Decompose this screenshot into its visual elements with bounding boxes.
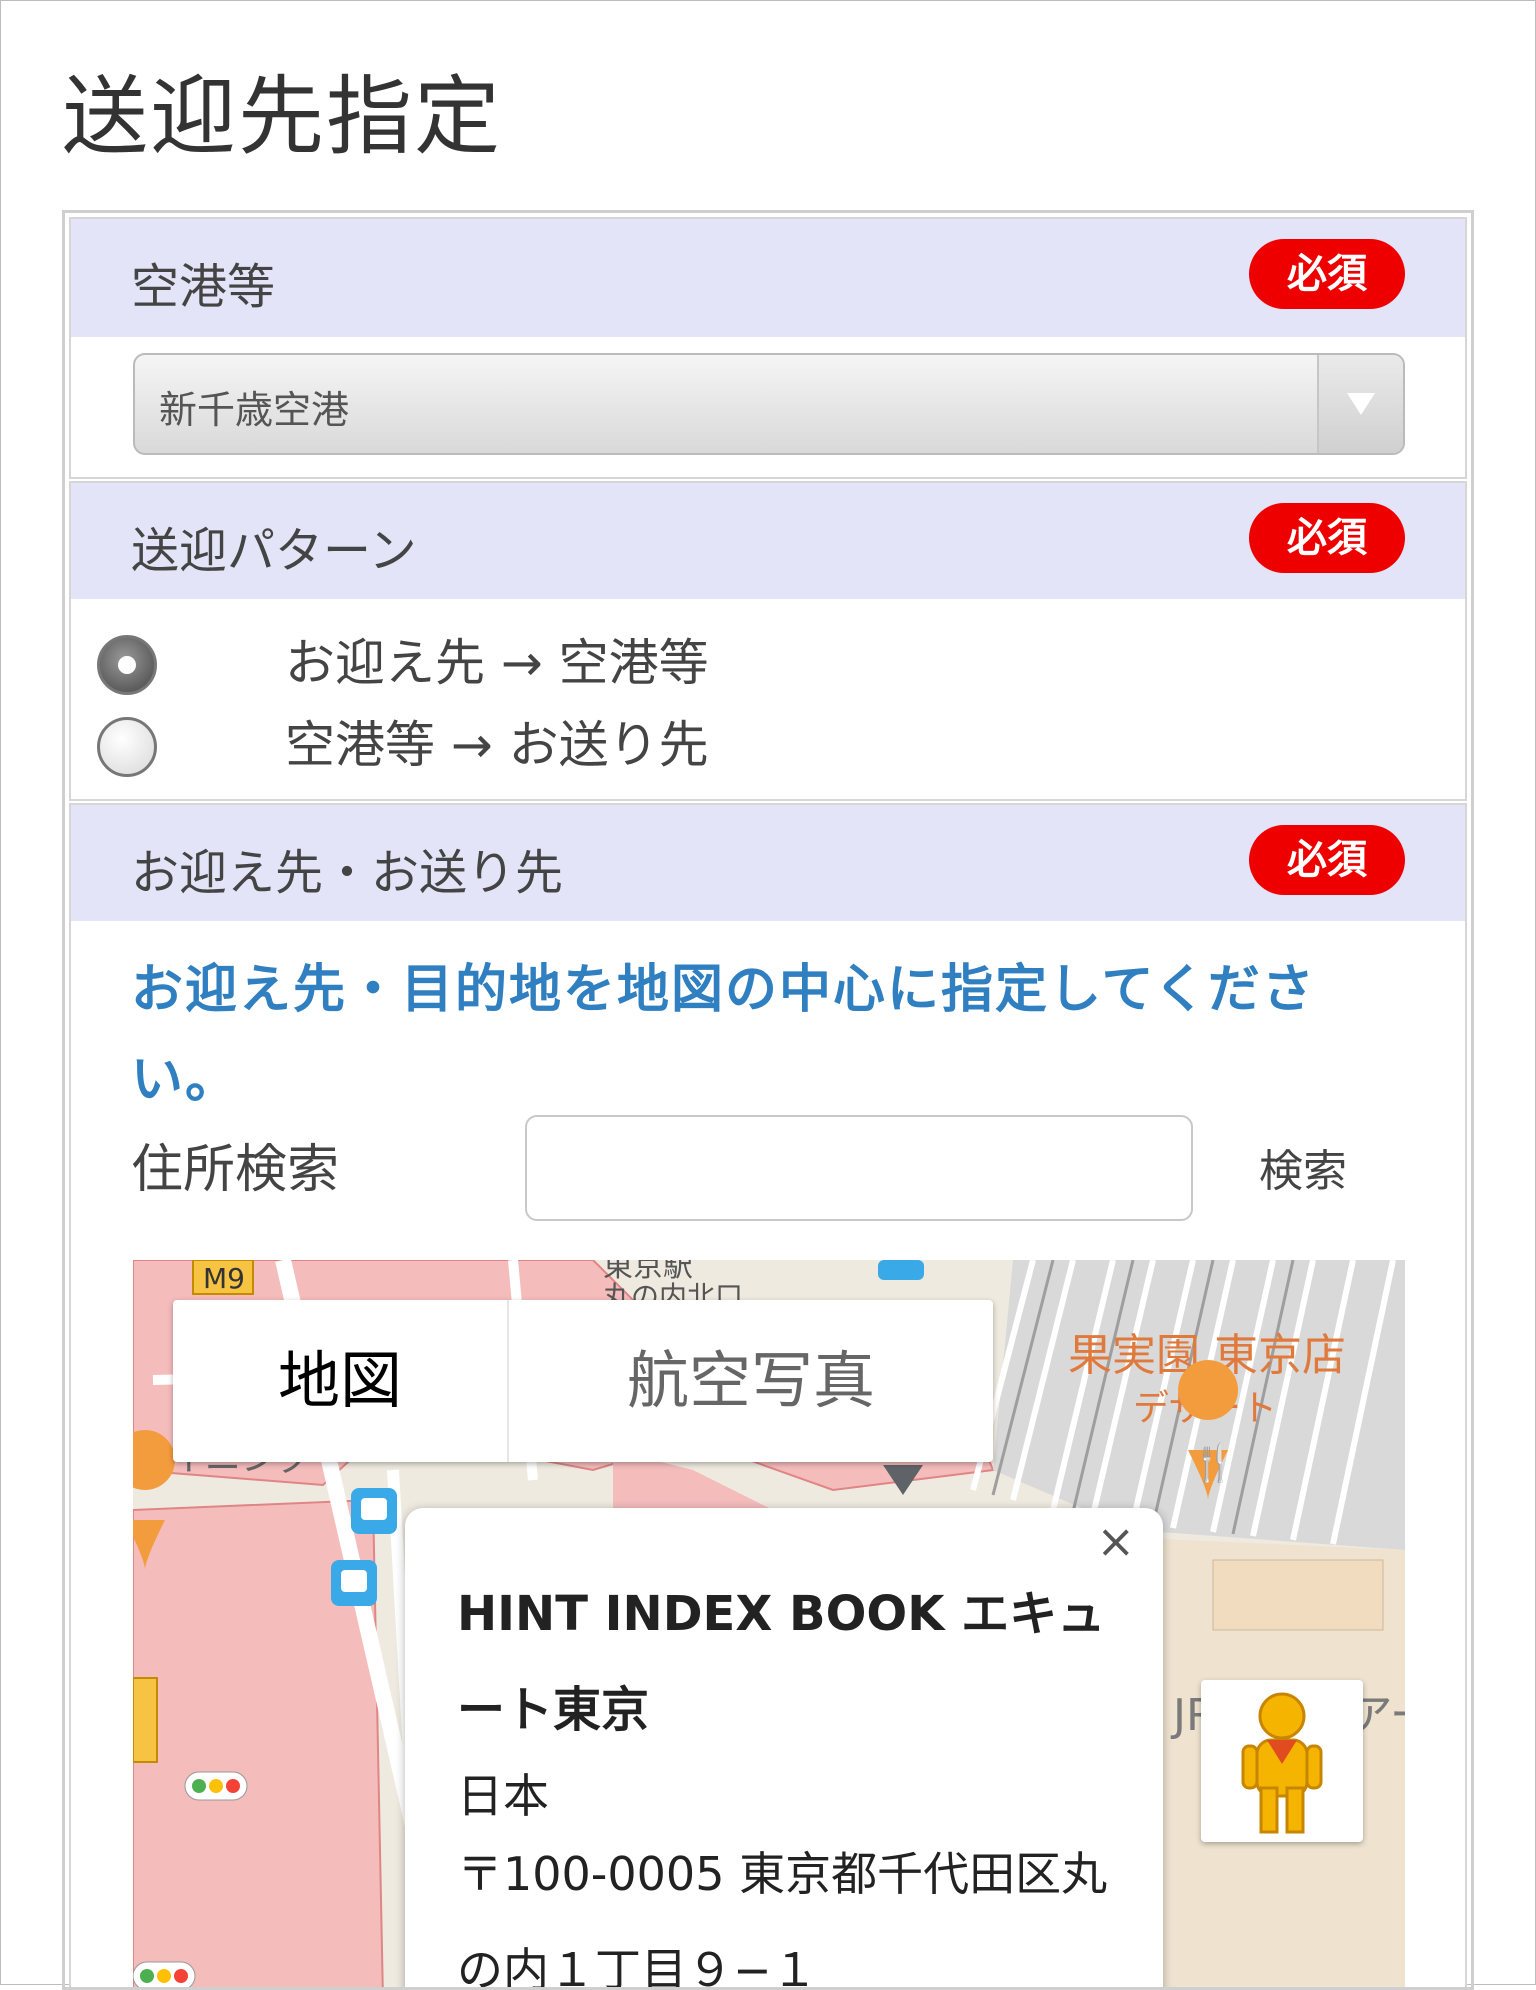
map-type-map-button[interactable]: 地図 bbox=[173, 1300, 509, 1462]
required-badge: 必須 bbox=[1249, 239, 1405, 309]
map-info-window: × HINT INDEX BOOK エキュート東京 日本 〒100-0005 東… bbox=[405, 1508, 1163, 1990]
traffic-light-icon bbox=[133, 1961, 196, 1987]
airport-section: 空港等 必須 新千歳空港 bbox=[69, 217, 1467, 479]
pattern-section: 送迎パターン 必須 お迎え先 → 空港等 空港等 → お送り先 bbox=[69, 481, 1467, 801]
info-country: 日本 bbox=[457, 1769, 549, 1823]
street-view-pegman-button[interactable] bbox=[1201, 1680, 1363, 1842]
map-view[interactable]: M9 東京駅 丸の内北口 果実園 東京店 デザート JR東海ツアーズ東京 ダイニ… bbox=[133, 1260, 1405, 1990]
airport-select[interactable]: 新千歳空港 bbox=[133, 353, 1405, 455]
pattern-label: 送迎パターン bbox=[131, 523, 417, 579]
m9-label: M9 bbox=[203, 1262, 245, 1295]
pattern-header: 送迎パターン 必須 bbox=[71, 483, 1465, 599]
address-search-input[interactable] bbox=[525, 1115, 1193, 1221]
map-type-satellite-button[interactable]: 航空写真 bbox=[509, 1300, 993, 1462]
map-type-toggle: 地図 航空写真 bbox=[173, 1300, 993, 1462]
radio-label-dropoff[interactable]: 空港等 → お送り先 bbox=[285, 705, 709, 777]
chevron-down-icon bbox=[1347, 393, 1375, 415]
info-address: 〒100-0005 東京都千代田区丸の内１丁目９−１ bbox=[457, 1847, 1108, 1990]
form-panel: 空港等 必須 新千歳空港 送迎パターン 必須 お迎え先 → 空港等 空港等 → … bbox=[62, 210, 1474, 1990]
required-badge: 必須 bbox=[1249, 503, 1405, 573]
destination-section: お迎え先・お送り先 必須 お迎え先・目的地を地図の中心に指定してください。 住所… bbox=[69, 803, 1467, 1990]
bus-stop-icon[interactable] bbox=[878, 1260, 924, 1280]
traffic-light-icon bbox=[184, 1771, 248, 1801]
airport-select-value: 新千歳空港 bbox=[159, 388, 350, 432]
required-badge: 必須 bbox=[1249, 825, 1405, 895]
svg-text:🍴: 🍴 bbox=[1191, 1442, 1236, 1484]
bus-stop-icon[interactable] bbox=[331, 1560, 377, 1606]
select-arrow-box[interactable] bbox=[1317, 355, 1403, 453]
search-button[interactable]: 検索 bbox=[1259, 1135, 1347, 1199]
destination-label: お迎え先・お送り先 bbox=[131, 845, 564, 901]
radio-label-pickup[interactable]: お迎え先 → 空港等 bbox=[285, 623, 709, 695]
destination-header: お迎え先・お送り先 必須 bbox=[71, 805, 1465, 921]
address-search-label: 住所検索 bbox=[131, 1140, 340, 1200]
bus-stop-icon[interactable] bbox=[351, 1488, 397, 1534]
radio-airport-to-dropoff[interactable] bbox=[97, 717, 157, 777]
info-place-name: HINT INDEX BOOK エキュート東京 bbox=[457, 1586, 1106, 1738]
map-instruction: お迎え先・目的地を地図の中心に指定してください。 bbox=[131, 960, 1316, 1110]
radio-pickup-to-airport[interactable] bbox=[97, 635, 157, 695]
radio-selected-dot bbox=[118, 656, 136, 674]
pegman-icon bbox=[1241, 1692, 1323, 1834]
airport-header: 空港等 必須 bbox=[71, 219, 1465, 337]
close-icon[interactable]: × bbox=[1096, 1514, 1135, 1568]
page-title: 送迎先指定 bbox=[62, 67, 502, 167]
airport-label: 空港等 bbox=[131, 259, 276, 315]
exit-marker bbox=[133, 1677, 158, 1763]
